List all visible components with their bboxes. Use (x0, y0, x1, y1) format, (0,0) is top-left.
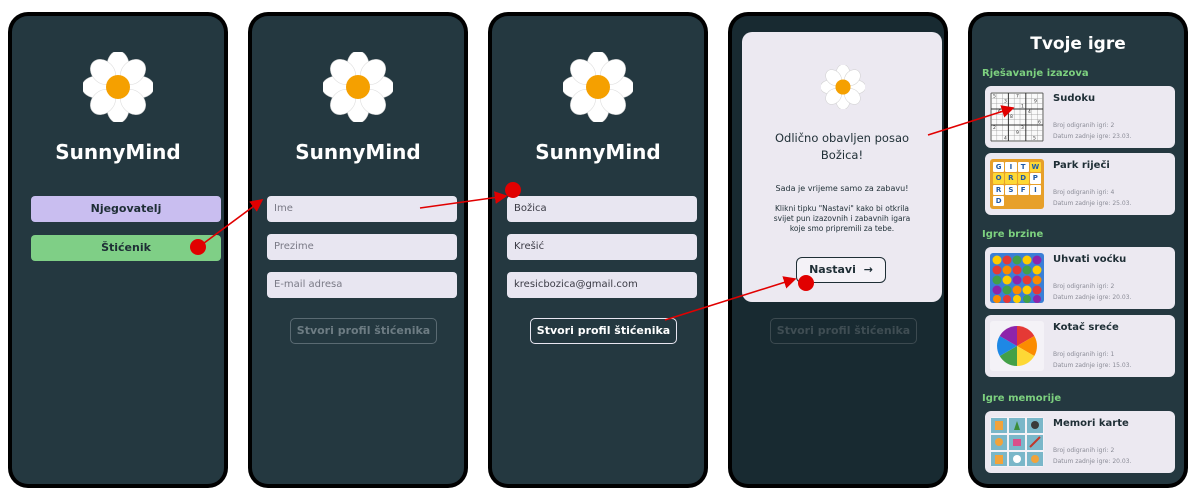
sudoku-thumbnail: 537 961 842 694 53 (990, 92, 1044, 142)
app-title: SunnyMind (535, 140, 661, 164)
game-name: Memori karte (1053, 418, 1129, 429)
first-name-field[interactable]: Ime (267, 196, 457, 222)
word-tile: R (1005, 173, 1017, 184)
word-tile: R (993, 184, 1005, 195)
success-modal: Odlično obavljen posao Božica! Sada je v… (742, 32, 942, 302)
app-title: SunnyMind (55, 140, 181, 164)
instructions-line: svijet pun izazovnih i zabavnih igara (773, 214, 911, 223)
success-heading-name: Božica! (820, 148, 864, 162)
game-name: Park riječi (1053, 160, 1110, 171)
svg-text:2: 2 (993, 125, 996, 131)
game-card-word-park[interactable]: GITWORDPRSFID Park riječi Broj odigranih… (985, 153, 1175, 215)
daisy-logo-icon (323, 52, 393, 122)
instructions-line: koje smo pripremili za tebe. (789, 224, 895, 233)
svg-text:9: 9 (1016, 130, 1019, 136)
screen-success-modal: Stvori profil štićenika Odlično obavljen… (732, 16, 944, 484)
phone-profile-empty: SunnyMind Ime Prezime E-mail adresa Stvo… (248, 12, 468, 488)
word-tile: O (993, 173, 1005, 184)
word-tile: G (993, 162, 1005, 173)
game-name: Kotač sreće (1053, 322, 1119, 333)
phone-success-modal: Stvori profil štićenika Odlično obavljen… (728, 12, 948, 488)
word-tile: S (1005, 184, 1017, 195)
success-heading-line: Odlično obavljen posao (774, 131, 910, 145)
daisy-logo-icon (563, 52, 633, 122)
game-card-memory[interactable]: Memori karte Broj odigranih igri: 2 Datu… (985, 411, 1175, 473)
success-subtitle: Sada je vrijeme samo za zabavu! (775, 184, 909, 193)
email-field[interactable]: kresicbozica@gmail.com (507, 272, 697, 298)
game-play-count: Broj odigranih igri: 4 (1053, 189, 1115, 196)
screen-games-list: Tvoje igre Rješavanje izazova 5 3 7 9 6 … (972, 16, 1184, 484)
svg-text:3: 3 (1021, 125, 1024, 131)
svg-text:6: 6 (998, 109, 1001, 115)
phone-profile-filled: SunnyMind Božica Krešić kresicbozica@gma… (488, 12, 708, 488)
game-last-played: Datum zadnje igre: 20.03. (1053, 294, 1132, 301)
tap-marker (190, 239, 206, 255)
first-name-field[interactable]: Božica (507, 196, 697, 222)
word-tile: P (1029, 173, 1041, 184)
word-tile: D (1017, 173, 1029, 184)
section-memory-heading: Igre memorije (982, 393, 1062, 404)
wheel-thumbnail (990, 321, 1044, 371)
dimmed-create-button: Stvori profil štićenika (770, 318, 917, 344)
daisy-logo-icon (83, 52, 153, 122)
word-tile: T (1017, 162, 1029, 173)
game-name: Uhvati voćku (1053, 254, 1127, 265)
game-card-catch-fruit[interactable]: Uhvati voćku Broj odigranih igri: 2 Datu… (985, 247, 1175, 309)
game-play-count: Broj odigranih igri: 2 (1053, 122, 1115, 129)
email-field[interactable]: E-mail adresa (267, 272, 457, 298)
instructions-line: Klikni tipku "Nastavi" kako bi otkrila (775, 204, 909, 213)
game-last-played: Datum zadnje igre: 20.03. (1053, 458, 1132, 465)
create-profile-button[interactable]: Stvori profil štićenika (530, 318, 677, 344)
screen-profile-empty: SunnyMind Ime Prezime E-mail adresa Stvo… (252, 16, 464, 484)
success-instructions: Klikni tipku "Nastavi" kako bi otkrila s… (754, 204, 930, 234)
word-puzzle-thumbnail: GITWORDPRSFID (990, 159, 1044, 209)
word-grid: GITWORDPRSFID (993, 162, 1041, 206)
tap-marker (798, 275, 814, 291)
section-speed-heading: Igre brzine (982, 229, 1044, 240)
svg-text:7: 7 (1016, 94, 1019, 100)
word-tile: W (1029, 162, 1041, 173)
caregiver-button[interactable]: Njegovatelj (31, 196, 221, 222)
game-play-count: Broj odigranih igri: 2 (1053, 447, 1115, 454)
app-title: SunnyMind (295, 140, 421, 164)
section-challenges-heading: Rješavanje izazova (982, 68, 1089, 79)
svg-text:4: 4 (1004, 136, 1007, 142)
tap-marker (505, 182, 521, 198)
word-tile: D (993, 195, 1005, 206)
game-card-wheel-of-fortune[interactable]: Kotač sreće Broj odigranih igri: 1 Datum… (985, 315, 1175, 377)
game-name: Sudoku (1053, 93, 1096, 104)
game-last-played: Datum zadnje igre: 23.03. (1053, 133, 1132, 140)
svg-text:4: 4 (1028, 109, 1031, 115)
memory-cards-thumbnail (990, 417, 1044, 467)
arrow-right-icon: → (863, 263, 873, 276)
screen-profile-filled: SunnyMind Božica Krešić kresicbozica@gma… (492, 16, 704, 484)
last-name-field[interactable]: Prezime (267, 234, 457, 260)
svg-text:5: 5 (1033, 136, 1036, 142)
success-heading: Odlično obavljen posao Božica! (742, 130, 942, 164)
svg-text:6: 6 (1038, 120, 1041, 126)
svg-text:1: 1 (1021, 104, 1024, 110)
game-card-sudoku[interactable]: 537 961 842 694 53 Sudoku Broj odigranih… (985, 86, 1175, 148)
continue-label: Nastavi (809, 263, 856, 276)
daisy-logo-icon (821, 65, 865, 109)
svg-text:3: 3 (1004, 99, 1007, 105)
create-profile-button[interactable]: Stvori profil štićenika (290, 318, 437, 344)
fruit-thumbnail (990, 253, 1044, 303)
word-tile: I (1029, 184, 1041, 195)
svg-text:8: 8 (1010, 114, 1013, 120)
game-last-played: Datum zadnje igre: 15.03. (1053, 362, 1132, 369)
page-title: Tvoje igre (1030, 34, 1126, 54)
word-tile: I (1005, 162, 1017, 173)
svg-text:5: 5 (993, 94, 996, 100)
last-name-field[interactable]: Krešić (507, 234, 697, 260)
word-tile: F (1017, 184, 1029, 195)
game-play-count: Broj odigranih igri: 1 (1053, 351, 1115, 358)
game-play-count: Broj odigranih igri: 2 (1053, 283, 1115, 290)
phone-games-list: Tvoje igre Rješavanje izazova 5 3 7 9 6 … (968, 12, 1188, 488)
game-last-played: Datum zadnje igre: 25.03. (1053, 200, 1132, 207)
svg-text:9: 9 (1034, 99, 1037, 105)
